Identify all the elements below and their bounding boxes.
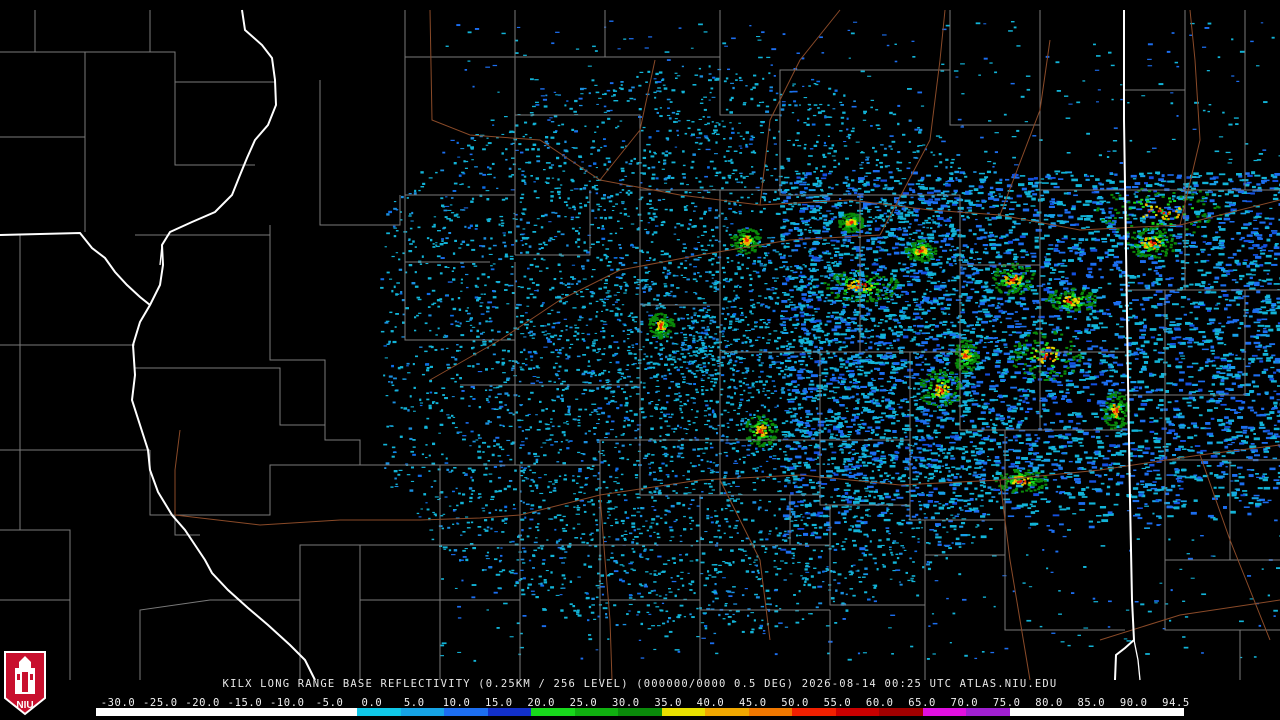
colorbar-segment — [705, 708, 749, 716]
radar-map — [0, 0, 1280, 720]
colorbar-segment — [139, 708, 184, 716]
colorbar-segment — [270, 708, 314, 716]
colorbar-segment — [1140, 708, 1184, 716]
colorbar-segment — [835, 708, 880, 716]
colorbar-segment — [531, 708, 575, 716]
colorbar-segment — [313, 708, 358, 716]
colorbar-segment — [748, 708, 793, 716]
niu-tower-logo-icon: NIU — [4, 651, 46, 716]
colorbar-segment — [487, 708, 532, 716]
reflectivity-colorbar — [96, 708, 1184, 716]
colorbar-segment — [226, 708, 271, 716]
colorbar-segment — [1096, 708, 1141, 716]
colorbar-segment — [444, 708, 488, 716]
colorbar-segment — [183, 708, 227, 716]
colorbar-segment — [1053, 708, 1097, 716]
colorbar-segment — [879, 708, 923, 716]
colorbar-segment — [574, 708, 619, 716]
product-caption: KILX LONG RANGE BASE REFLECTIVITY (0.25K… — [222, 678, 1058, 690]
colorbar-segment — [400, 708, 445, 716]
colorbar-segment — [661, 708, 706, 716]
colorbar-segment — [618, 708, 662, 716]
logo-text: NIU — [16, 700, 33, 711]
colorbar-segment — [96, 708, 140, 716]
colorbar-segment — [1009, 708, 1054, 716]
colorbar-segment — [966, 708, 1010, 716]
colorbar-segment — [922, 708, 967, 716]
colorbar-segment — [792, 708, 836, 716]
colorbar-segment — [357, 708, 401, 716]
